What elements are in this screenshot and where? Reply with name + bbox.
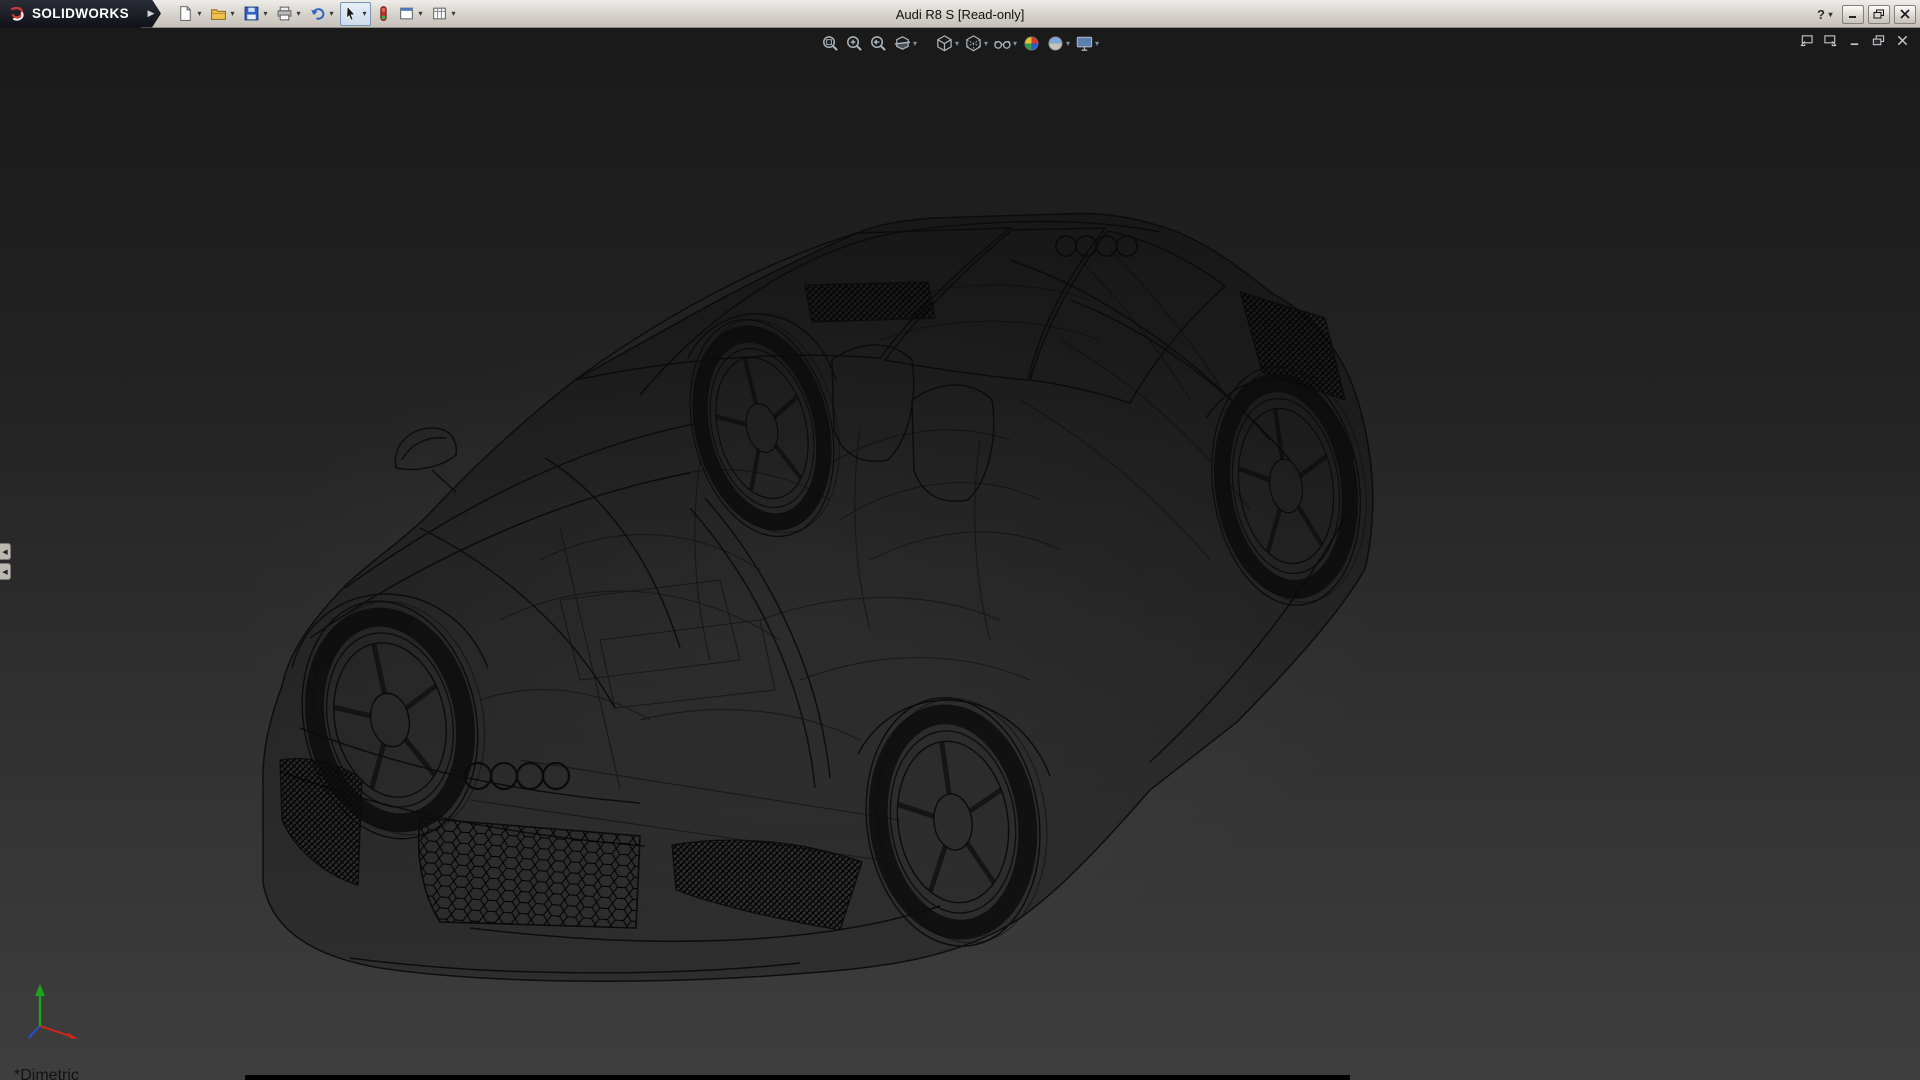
graphics-viewport[interactable]: ▾ ▾ ▾ ▾ ▾ ▾ — [0, 28, 1920, 1080]
document-close-button[interactable] — [1892, 32, 1912, 49]
restore-button[interactable] — [1868, 5, 1890, 24]
minimize-button[interactable] — [1842, 5, 1864, 24]
document-restore-icon — [1871, 34, 1886, 47]
previous-document-icon — [1799, 34, 1814, 47]
hide-show-dropdown-arrow[interactable]: ▾ — [1013, 39, 1017, 48]
options-table-icon — [431, 5, 448, 22]
document-minimize-icon — [1847, 34, 1862, 47]
brand-text: SOLIDWORKS — [32, 6, 129, 21]
rebuild-button[interactable] — [373, 2, 394, 26]
close-icon — [1899, 9, 1911, 19]
view-orientation-dropdown-arrow[interactable]: ▾ — [955, 39, 959, 48]
document-restore-button[interactable] — [1868, 32, 1888, 49]
next-document-button[interactable] — [1820, 32, 1840, 49]
expand-panel-tab[interactable]: ◀ — [0, 563, 11, 580]
select-cursor-icon — [342, 5, 359, 22]
new-document-button[interactable]: ▾ — [175, 2, 206, 26]
hide-show-items-button[interactable]: ▾ — [991, 31, 1019, 55]
document-window-controls — [1796, 32, 1912, 49]
previous-document-button[interactable] — [1796, 32, 1816, 49]
section-view-icon — [893, 34, 912, 53]
headsup-view-toolbar: ▾ ▾ ▾ ▾ ▾ ▾ — [819, 31, 1101, 55]
options-button[interactable]: ▾ — [429, 2, 460, 26]
window-title: Audi R8 S [Read-only] — [896, 0, 1025, 28]
reference-triad[interactable] — [24, 978, 98, 1052]
expand-panel-tab[interactable]: ◀ — [0, 543, 11, 560]
view-settings-button[interactable]: ▾ — [1073, 31, 1101, 55]
open-folder-icon — [210, 5, 227, 22]
feature-manager-collapsed-tabs: ◀ ◀ — [0, 543, 11, 580]
zoom-to-area-button[interactable] — [843, 31, 866, 55]
rebuild-stoplight-icon — [375, 5, 392, 22]
section-view-dropdown-arrow[interactable]: ▾ — [913, 39, 917, 48]
undo-button[interactable]: ▾ — [307, 2, 338, 26]
document-close-icon — [1895, 34, 1910, 47]
print-button[interactable]: ▾ — [274, 2, 305, 26]
solidworks-window: SOLIDWORKS ▶ ▾ ▾ ▾ ▾ ▾ — [0, 0, 1920, 1080]
titlebar-window-controls: ? ▾ — [1814, 0, 1916, 28]
front-grille — [419, 818, 640, 928]
apply-scene-icon — [1046, 34, 1065, 53]
file-properties-dropdown-arrow[interactable]: ▾ — [416, 9, 425, 18]
open-document-button[interactable]: ▾ — [208, 2, 239, 26]
save-dropdown-arrow[interactable]: ▾ — [261, 9, 270, 18]
previous-view-button[interactable] — [867, 31, 890, 55]
open-dropdown-arrow[interactable]: ▾ — [228, 9, 237, 18]
print-dropdown-arrow[interactable]: ▾ — [294, 9, 303, 18]
apply-scene-dropdown-arrow[interactable]: ▾ — [1066, 39, 1070, 48]
display-style-button[interactable]: ▾ — [962, 31, 990, 55]
previous-view-icon — [869, 34, 888, 53]
display-style-dropdown-arrow[interactable]: ▾ — [984, 39, 988, 48]
undo-arrow-icon — [309, 5, 326, 22]
new-document-icon — [177, 5, 194, 22]
view-settings-icon — [1075, 34, 1094, 53]
view-settings-dropdown-arrow[interactable]: ▾ — [1095, 39, 1099, 48]
appearance-ball-icon — [1022, 34, 1041, 53]
zoom-to-area-icon — [845, 34, 864, 53]
restore-icon — [1873, 9, 1885, 19]
print-icon — [276, 5, 293, 22]
view-orientation-cube-icon — [935, 34, 954, 53]
display-style-icon — [964, 34, 983, 53]
car-wireframe — [0, 28, 1920, 1080]
close-button[interactable] — [1894, 5, 1916, 24]
menu-expand-arrow[interactable]: ▶ — [141, 0, 161, 28]
options-dropdown-arrow[interactable]: ▾ — [449, 9, 458, 18]
solidworks-logo: SOLIDWORKS — [0, 0, 141, 28]
undo-dropdown-arrow[interactable]: ▾ — [327, 9, 336, 18]
save-button[interactable]: ▾ — [241, 2, 272, 26]
edit-appearance-button[interactable] — [1020, 31, 1043, 55]
taskbar-peek-strip[interactable] — [245, 1075, 1350, 1080]
help-button[interactable]: ? ▾ — [1814, 7, 1838, 22]
view-orientation-label: *Dimetric — [14, 1067, 79, 1080]
zoom-to-fit-icon — [821, 34, 840, 53]
dassault-3ds-icon — [8, 5, 26, 23]
next-document-icon — [1823, 34, 1838, 47]
document-minimize-button[interactable] — [1844, 32, 1864, 49]
section-view-button[interactable]: ▾ — [891, 31, 919, 55]
help-dropdown-arrow[interactable]: ▾ — [1826, 10, 1835, 19]
new-dropdown-arrow[interactable]: ▾ — [195, 9, 204, 18]
file-properties-icon — [398, 5, 415, 22]
help-label: ? — [1817, 7, 1825, 22]
save-floppy-icon — [243, 5, 260, 22]
eyeglasses-icon — [993, 34, 1012, 53]
side-mirror — [395, 428, 456, 469]
titlebar-toolbar: ▾ ▾ ▾ ▾ ▾ ▾ — [175, 2, 460, 26]
select-dropdown-arrow[interactable]: ▾ — [360, 9, 369, 18]
titlebar: SOLIDWORKS ▶ ▾ ▾ ▾ ▾ ▾ — [0, 0, 1920, 28]
minimize-icon — [1847, 9, 1859, 19]
apply-scene-button[interactable]: ▾ — [1044, 31, 1072, 55]
zoom-to-fit-button[interactable] — [819, 31, 842, 55]
view-orientation-button[interactable]: ▾ — [933, 31, 961, 55]
file-properties-button[interactable]: ▾ — [396, 2, 427, 26]
select-button[interactable]: ▾ — [340, 2, 371, 26]
